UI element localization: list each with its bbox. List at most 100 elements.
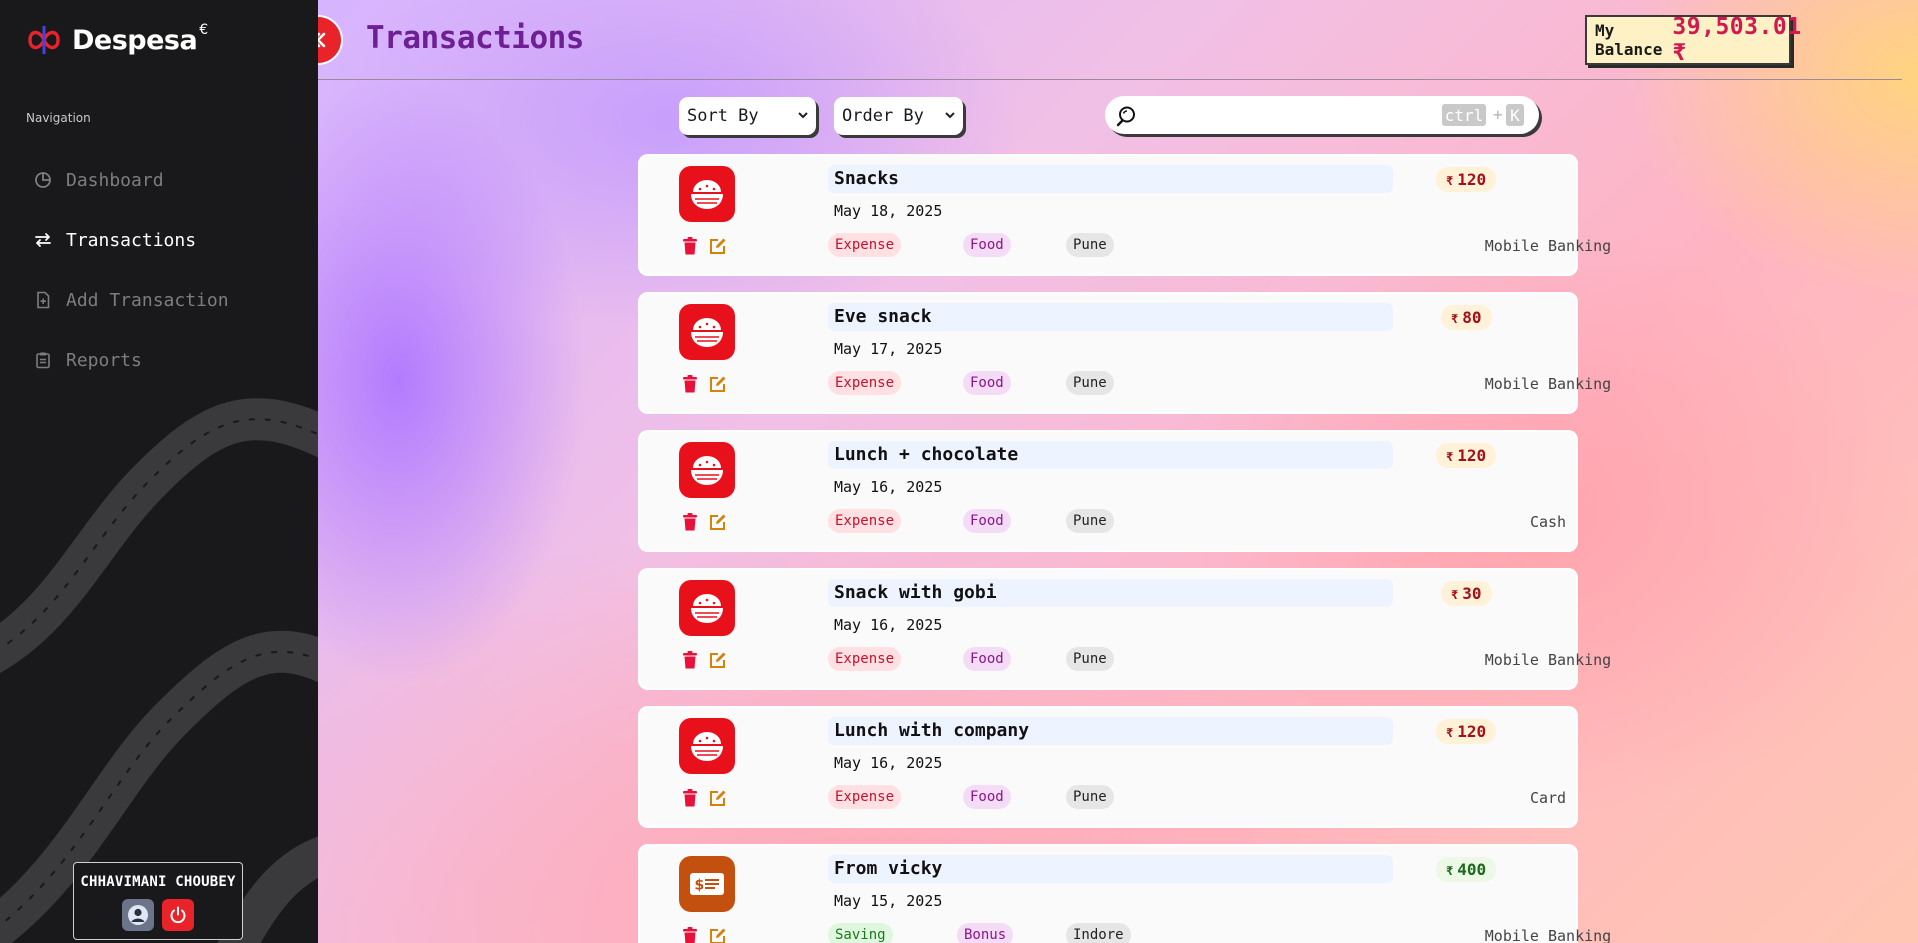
transaction-type-badge: Expense (828, 509, 902, 533)
sidebar-item-reports[interactable]: Reports (34, 330, 229, 390)
edit-button[interactable] (709, 927, 727, 943)
sidebar-toggle-button[interactable] (318, 15, 343, 65)
rice-bowl-icon (679, 442, 735, 498)
delete-button[interactable] (682, 375, 698, 393)
transaction-card[interactable]: Lunch with company May 16, 2025 Expense … (638, 706, 1578, 828)
transaction-city-badge: Indore (1066, 923, 1131, 943)
search-icon (1116, 106, 1135, 127)
transaction-date: May 16, 2025 (834, 616, 943, 634)
app-name: Despesa (72, 24, 198, 56)
shortcut-key-ctrl: ctrl (1442, 104, 1486, 126)
chevron-down-icon (945, 112, 955, 119)
sidebar: Despesa € Navigation Dashboard Transacti… (0, 0, 318, 943)
transaction-type-badge: Expense (828, 647, 902, 671)
brand[interactable]: Despesa € (26, 22, 208, 58)
amount-value: 120 (1457, 722, 1487, 741)
transaction-date: May 17, 2025 (834, 340, 943, 358)
amount-value: 400 (1457, 860, 1487, 879)
transaction-category-badge: Food (963, 233, 1011, 257)
app-superscript: € (199, 22, 209, 38)
sidebar-item-dashboard[interactable]: Dashboard (34, 150, 229, 210)
arrows-swap-icon (35, 233, 51, 247)
transaction-title: Snack with gobi (828, 579, 1393, 607)
rupee-icon: ₹ (1446, 450, 1454, 464)
clipboard-icon (36, 352, 50, 369)
transaction-title: Eve snack (828, 303, 1393, 331)
transaction-category-badge: Food (963, 509, 1011, 533)
logout-button[interactable] (162, 899, 194, 931)
rupee-icon: ₹ (1446, 864, 1454, 878)
sidebar-item-label: Dashboard (66, 169, 164, 191)
user-avatar-icon (128, 905, 148, 925)
transaction-city-badge: Pune (1066, 233, 1114, 257)
balance-label: My Balance (1595, 21, 1663, 59)
rupee-icon: ₹ (1446, 174, 1454, 188)
delete-button[interactable] (682, 513, 698, 531)
transaction-date: May 16, 2025 (834, 478, 943, 496)
transaction-amount: ₹30 (1441, 581, 1492, 606)
transaction-title: From vicky (828, 855, 1393, 883)
rupee-icon: ₹ (1451, 312, 1459, 326)
sort-by-label: Sort By (687, 106, 759, 126)
main-content: Transactions My Balance 39,503.01 ₹ Sort… (318, 0, 1918, 943)
transaction-card[interactable]: $ From vicky May 15, 2025 Saving Bonus I… (638, 844, 1611, 943)
sidebar-item-label: Add Transaction (66, 289, 229, 311)
rice-bowl-icon (679, 580, 735, 636)
order-by-select[interactable]: Order By (834, 97, 963, 135)
rice-bowl-icon (679, 718, 735, 774)
transaction-category-badge: Food (963, 647, 1011, 671)
rupee-icon: ₹ (1446, 726, 1454, 740)
edit-button[interactable] (709, 237, 727, 255)
power-icon (170, 906, 186, 924)
amount-value: 120 (1457, 170, 1487, 189)
shortcut-plus: + (1493, 105, 1503, 124)
delete-button[interactable] (682, 927, 698, 943)
sidebar-item-add-transaction[interactable]: Add Transaction (34, 270, 229, 330)
user-card: CHHAVIMANI CHOUBEY (73, 862, 243, 940)
transaction-list: Snacks May 18, 2025 Expense Food Pune ₹1… (638, 154, 1611, 943)
delete-button[interactable] (682, 789, 698, 807)
sidebar-wave-decoration (0, 398, 318, 943)
order-by-label: Order By (842, 106, 924, 126)
transaction-amount: ₹120 (1436, 167, 1497, 192)
delete-button[interactable] (682, 651, 698, 669)
transaction-card[interactable]: Snack with gobi May 16, 2025 Expense Foo… (638, 568, 1611, 690)
avatar[interactable] (122, 899, 154, 931)
edit-button[interactable] (709, 375, 727, 393)
sort-by-select[interactable]: Sort By (679, 97, 816, 135)
payment-method: Mobile Banking (1484, 375, 1612, 393)
despesa-logo-icon (28, 26, 60, 54)
payment-method: Card (1529, 789, 1567, 807)
transaction-card[interactable]: Lunch + chocolate May 16, 2025 Expense F… (638, 430, 1578, 552)
sidebar-item-label: Transactions (66, 229, 197, 251)
nav-heading: Navigation (26, 111, 91, 125)
rupee-icon: ₹ (1451, 588, 1459, 602)
pie-chart-icon (35, 172, 51, 188)
transaction-date: May 18, 2025 (834, 202, 943, 220)
edit-button[interactable] (709, 651, 727, 669)
balance-value: 39,503.01 ₹ (1672, 14, 1802, 66)
chevron-down-icon (798, 112, 808, 119)
transaction-category-badge: Food (963, 371, 1011, 395)
transaction-city-badge: Pune (1066, 647, 1114, 671)
edit-button[interactable] (709, 513, 727, 531)
transaction-title: Snacks (828, 165, 1393, 193)
transaction-title: Lunch + chocolate (828, 441, 1393, 469)
page-title: Transactions (366, 20, 584, 56)
shortcut-key-k: K (1506, 104, 1524, 126)
double-chevron-left-icon (318, 32, 326, 48)
amount-value: 30 (1462, 584, 1482, 603)
transaction-amount: ₹400 (1436, 857, 1497, 882)
payment-method: Mobile Banking (1484, 237, 1612, 255)
transaction-city-badge: Pune (1066, 509, 1114, 533)
transaction-city-badge: Pune (1066, 785, 1114, 809)
edit-button[interactable] (709, 789, 727, 807)
transaction-card[interactable]: Eve snack May 17, 2025 Expense Food Pune… (638, 292, 1611, 414)
transaction-card[interactable]: Snacks May 18, 2025 Expense Food Pune ₹1… (638, 154, 1611, 276)
transaction-type-badge: Expense (828, 233, 902, 257)
rice-bowl-icon (679, 166, 735, 222)
sidebar-nav: Dashboard Transactions Add Transaction R… (34, 150, 229, 390)
sidebar-item-transactions[interactable]: Transactions (34, 210, 229, 270)
search-input[interactable] (1149, 102, 1419, 128)
delete-button[interactable] (682, 237, 698, 255)
